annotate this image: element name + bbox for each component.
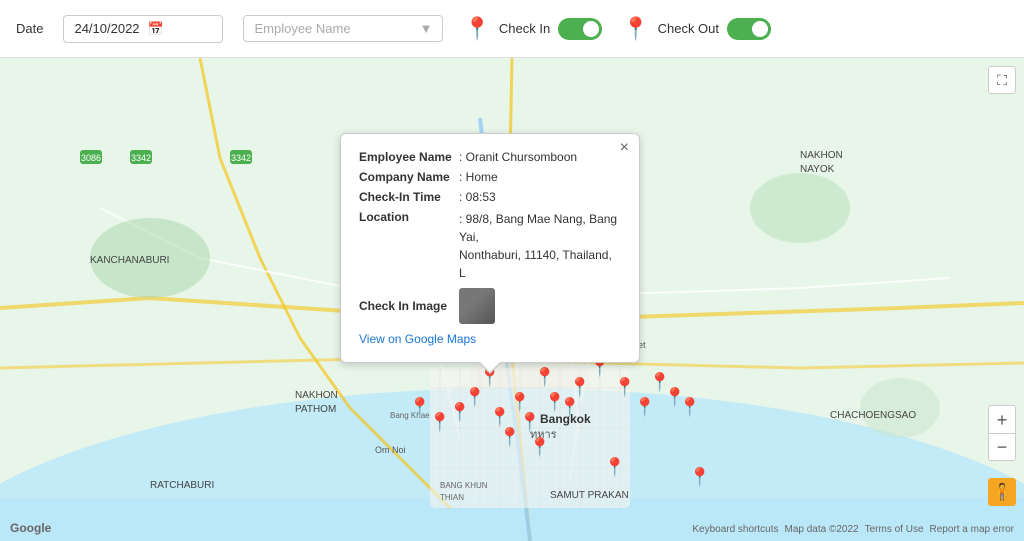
keyboard-shortcuts[interactable]: Keyboard shortcuts bbox=[692, 524, 778, 535]
checkout-toggle-group: 📍 Check Out bbox=[622, 18, 771, 40]
checkin-pin-11[interactable]: 📍 bbox=[499, 427, 521, 448]
popup-employee-val: : Oranit Chursomboon bbox=[459, 150, 577, 164]
fullscreen-button[interactable]: ⛶ bbox=[988, 66, 1016, 94]
checkin-pin-19[interactable]: 📍 bbox=[429, 412, 451, 433]
map-container[interactable]: KANCHANABURI NAKHON PATHOM Bangkok ทหาร … bbox=[0, 58, 1024, 541]
employee-placeholder: Employee Name bbox=[254, 21, 350, 36]
svg-text:Om Noi: Om Noi bbox=[375, 445, 406, 455]
popup-company-row: Company Name : Home bbox=[359, 170, 621, 184]
popup-employee-row: Employee Name : Oranit Chursomboon bbox=[359, 150, 621, 164]
zoom-in-button[interactable]: + bbox=[988, 405, 1016, 433]
google-logo: Google bbox=[10, 521, 51, 535]
checkin-pin-12[interactable]: 📍 bbox=[569, 377, 591, 398]
map-data-label: Map data ©2022 bbox=[785, 524, 859, 535]
svg-text:NAKHON: NAKHON bbox=[800, 150, 843, 161]
checkin-toggle-group: 📍 Check In bbox=[463, 18, 602, 40]
date-value: 24/10/2022 bbox=[74, 21, 139, 36]
checkin-pin-icon: 📍 bbox=[463, 18, 490, 40]
checkin-pin-23[interactable]: 📍 bbox=[689, 467, 711, 488]
person-icon: 🧍 bbox=[992, 482, 1012, 502]
date-label: Date bbox=[16, 21, 43, 36]
svg-text:THIAN: THIAN bbox=[440, 493, 464, 502]
popup-checkintime-key: Check-In Time bbox=[359, 190, 459, 204]
checkin-toggle[interactable] bbox=[558, 18, 602, 40]
svg-text:NAKHON: NAKHON bbox=[295, 390, 338, 401]
svg-text:PATHOM: PATHOM bbox=[295, 404, 336, 415]
employee-select[interactable]: Employee Name ▼ bbox=[243, 15, 443, 42]
checkin-pin-15[interactable]: 📍 bbox=[634, 397, 656, 418]
checkin-pin-18[interactable]: 📍 bbox=[679, 397, 701, 418]
popup-employee-key: Employee Name bbox=[359, 150, 459, 164]
popup-image-key: Check In Image bbox=[359, 299, 459, 313]
checkout-pin-icon: 📍 bbox=[622, 18, 649, 40]
svg-text:KANCHANABURI: KANCHANABURI bbox=[90, 255, 169, 266]
checkin-pin-21[interactable]: 📍 bbox=[529, 437, 551, 458]
svg-text:SAMUT PRAKAN: SAMUT PRAKAN bbox=[550, 490, 629, 501]
checkin-pin-20[interactable]: 📍 bbox=[409, 397, 431, 418]
svg-text:CHACHOENGSAO: CHACHOENGSAO bbox=[830, 410, 916, 421]
svg-text:3342: 3342 bbox=[231, 153, 251, 163]
fullscreen-icon: ⛶ bbox=[997, 72, 1007, 89]
svg-text:RATCHABURI: RATCHABURI bbox=[150, 480, 214, 491]
checkout-toggle[interactable] bbox=[727, 18, 771, 40]
svg-text:BANG KHUN: BANG KHUN bbox=[440, 481, 488, 490]
popup-thumbnail bbox=[459, 288, 495, 324]
zoom-controls: + − bbox=[988, 405, 1016, 461]
header: Date 24/10/2022 📅 Employee Name ▼ 📍 Chec… bbox=[0, 0, 1024, 58]
svg-text:3342: 3342 bbox=[131, 153, 151, 163]
calendar-icon: 📅 bbox=[148, 21, 164, 37]
popup-location-key: Location bbox=[359, 210, 459, 224]
popup-checkintime-row: Check-In Time : 08:53 bbox=[359, 190, 621, 204]
svg-text:NAYOK: NAYOK bbox=[800, 164, 835, 175]
svg-text:3086: 3086 bbox=[81, 153, 101, 163]
close-button[interactable]: × bbox=[620, 140, 629, 156]
checkin-pin-10[interactable]: 📍 bbox=[449, 402, 471, 423]
checkin-pin-4[interactable]: 📍 bbox=[534, 367, 556, 388]
terms-of-use[interactable]: Terms of Use bbox=[865, 524, 924, 535]
view-on-google-maps-link[interactable]: View on Google Maps bbox=[359, 332, 621, 346]
report-error[interactable]: Report a map error bbox=[930, 524, 1014, 535]
zoom-out-button[interactable]: − bbox=[988, 433, 1016, 461]
checkin-pin-3[interactable]: 📍 bbox=[509, 392, 531, 413]
map-footer: Keyboard shortcuts Map data ©2022 Terms … bbox=[692, 524, 1014, 535]
info-popup: × Employee Name : Oranit Chursomboon Com… bbox=[340, 133, 640, 363]
checkin-pin-9[interactable]: 📍 bbox=[559, 397, 581, 418]
street-view-button[interactable]: 🧍 bbox=[988, 478, 1016, 506]
popup-company-val: : Home bbox=[459, 170, 498, 184]
checkin-pin-14[interactable]: 📍 bbox=[614, 377, 636, 398]
popup-tail bbox=[480, 362, 500, 372]
date-input[interactable]: 24/10/2022 📅 bbox=[63, 15, 223, 43]
popup-image-row: Check In Image bbox=[359, 288, 621, 324]
checkin-pin-8[interactable]: 📍 bbox=[519, 412, 541, 433]
popup-checkintime-val: : 08:53 bbox=[459, 190, 496, 204]
popup-company-key: Company Name bbox=[359, 170, 459, 184]
checkin-pin-22[interactable]: 📍 bbox=[604, 457, 626, 478]
checkout-label: Check Out bbox=[658, 21, 719, 36]
checkin-label: Check In bbox=[499, 21, 550, 36]
checkin-pin-6[interactable]: 📍 bbox=[489, 407, 511, 428]
popup-location-val: : 98/8, Bang Mae Nang, Bang Yai, Nonthab… bbox=[459, 210, 621, 282]
chevron-down-icon: ▼ bbox=[420, 21, 433, 36]
popup-location-row: Location : 98/8, Bang Mae Nang, Bang Yai… bbox=[359, 210, 621, 282]
